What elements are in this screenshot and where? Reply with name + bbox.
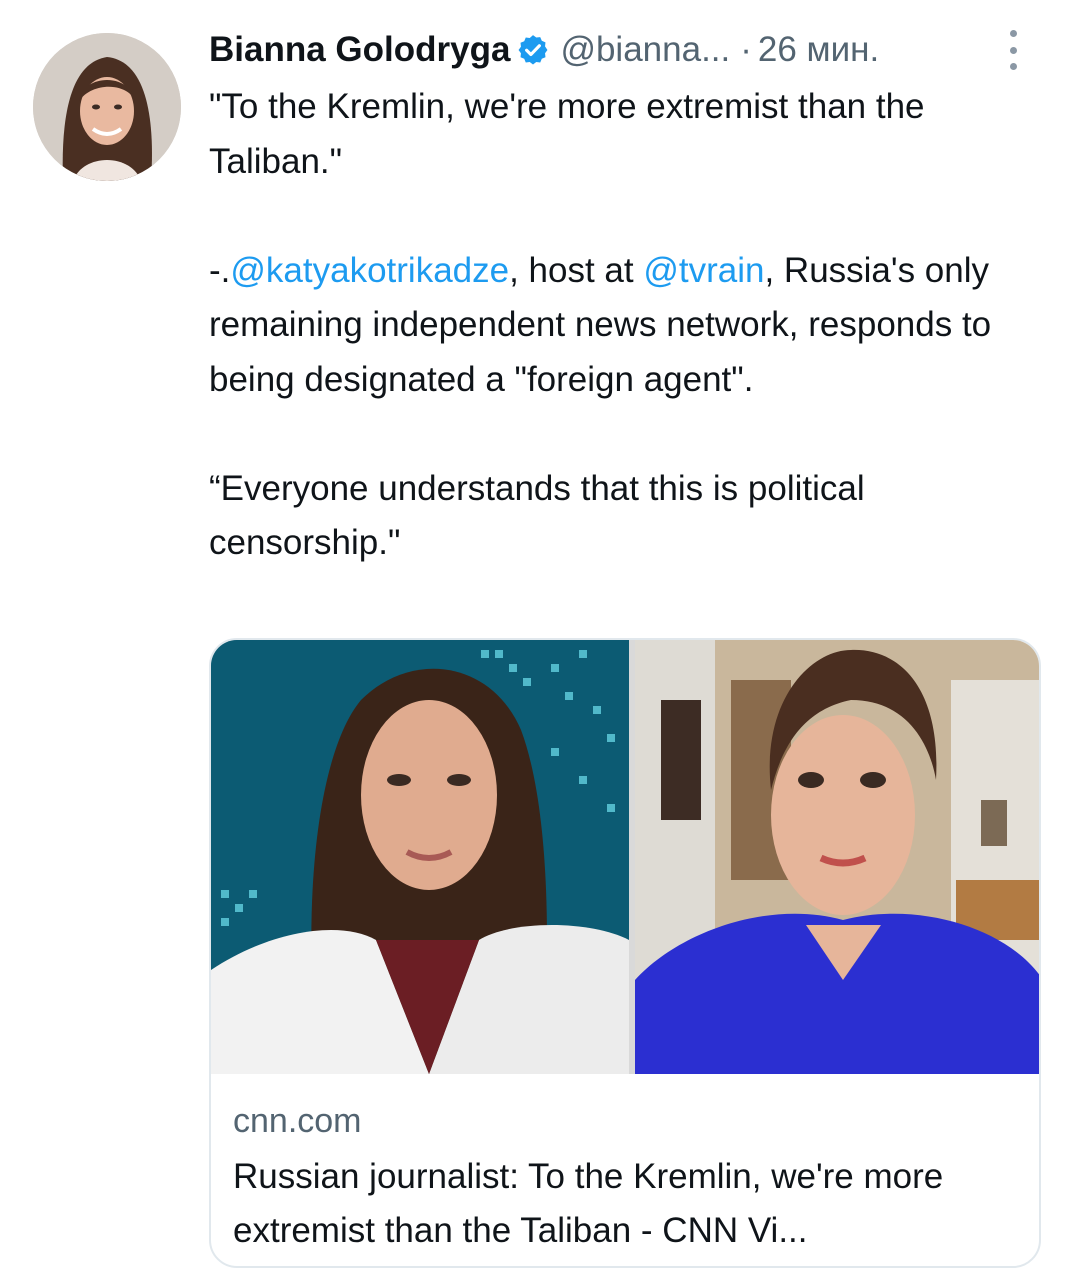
mention-katyakotrikadze[interactable]: @katyakotrikadze [230,251,509,290]
card-image[interactable] [211,640,1039,1074]
link-card[interactable]: cnn.com Russian journalist: To the Kreml… [209,638,1041,1268]
card-text: cnn.com Russian journalist: To the Kreml… [233,1098,1019,1258]
card-title[interactable]: Russian journalist: To the Kremlin, we'r… [233,1150,1019,1258]
mention-tvrain[interactable]: @tvrain [643,251,764,290]
card-domain: cnn.com [233,1102,362,1140]
author-handle[interactable]: @bianna... [560,30,730,70]
tweet-second-quote: “Everyone understands that this is polit… [209,468,865,563]
verified-badge-icon [516,33,550,67]
header-separator: · [740,30,752,69]
attribution-mid: , host at [509,250,644,290]
author-display-name[interactable]: Bianna Golodryga [209,30,510,70]
tweet-quote-line: "To the Kremlin, we're more extremist th… [209,87,925,181]
avatar-image [33,33,181,181]
tweet-timestamp[interactable]: 26 мин. [758,30,879,70]
author-avatar[interactable] [33,33,181,181]
tweet-header: Bianna Golodryga @bianna... · 26 мин. [209,24,1053,76]
more-options-icon[interactable] [1003,30,1023,70]
tweet[interactable]: Bianna Golodryga @bianna... · 26 мин. "T… [0,0,1073,1280]
tweet-attribution: -.@katyakotrikadze, host at @tvrain, Rus… [209,244,1049,408]
tweet-text: "To the Kremlin, we're more extremist th… [209,80,1049,571]
attribution-prefix: -. [209,250,231,290]
